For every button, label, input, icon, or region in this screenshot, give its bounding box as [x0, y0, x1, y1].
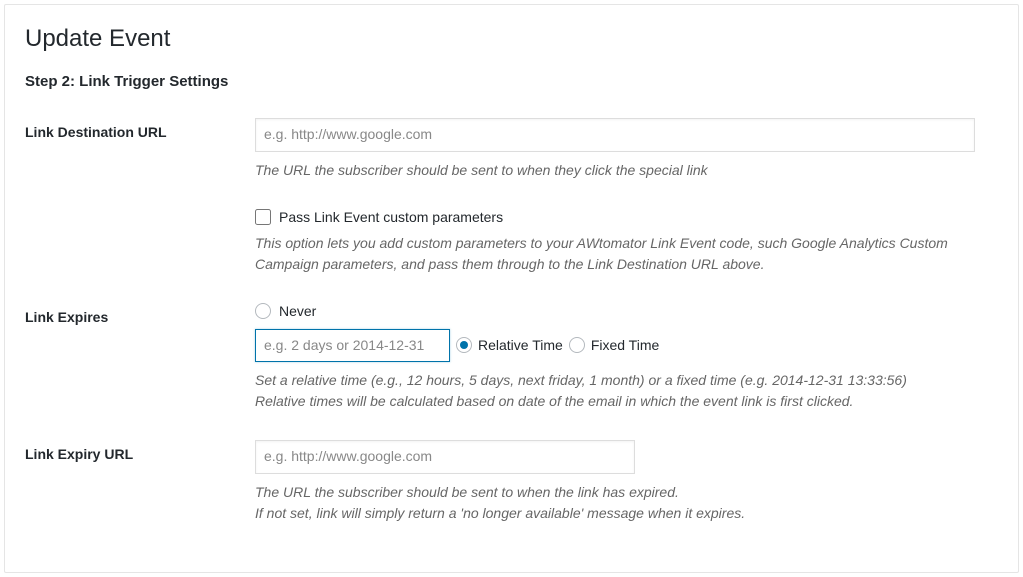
description-expires-line2: Relative times will be calculated based … [255, 393, 853, 409]
expires-fixed-label: Fixed Time [591, 337, 659, 353]
expires-value-input[interactable] [255, 329, 450, 363]
row-expires: Link Expires Never Relative Time Fixed T… [25, 303, 998, 413]
pass-params-checkbox[interactable] [255, 209, 271, 225]
row-pass-params: Pass Link Event custom parameters This o… [25, 209, 998, 275]
description-expiry-url-line2: If not set, link will simply return a 'n… [255, 505, 745, 521]
settings-panel: Update Event Step 2: Link Trigger Settin… [4, 4, 1019, 573]
field-pass-params: Pass Link Event custom parameters This o… [255, 209, 998, 275]
expires-relative-label: Relative Time [478, 337, 563, 353]
page-title: Update Event [25, 25, 998, 53]
label-pass-params [25, 209, 255, 215]
step-title: Step 2: Link Trigger Settings [25, 73, 998, 90]
label-expires: Link Expires [25, 303, 255, 325]
description-pass-params: This option lets you add custom paramete… [255, 233, 990, 275]
expires-fixed-radio[interactable] [569, 337, 585, 353]
expires-never-label: Never [279, 303, 316, 319]
field-destination: The URL the subscriber should be sent to… [255, 118, 998, 181]
label-destination: Link Destination URL [25, 118, 255, 140]
description-expires: Set a relative time (e.g., 12 hours, 5 d… [255, 370, 990, 412]
description-expiry-url-line1: The URL the subscriber should be sent to… [255, 484, 679, 500]
expires-relative-radio[interactable] [456, 337, 472, 353]
destination-url-input[interactable] [255, 118, 975, 152]
field-expires: Never Relative Time Fixed Time Set a rel… [255, 303, 998, 413]
row-destination: Link Destination URL The URL the subscri… [25, 118, 998, 181]
pass-params-label: Pass Link Event custom parameters [279, 209, 503, 225]
row-expiry-url: Link Expiry URL The URL the subscriber s… [25, 440, 998, 524]
description-destination: The URL the subscriber should be sent to… [255, 160, 990, 181]
expiry-url-input[interactable] [255, 440, 635, 474]
description-expiry-url: The URL the subscriber should be sent to… [255, 482, 990, 524]
description-expires-line1: Set a relative time (e.g., 12 hours, 5 d… [255, 372, 907, 388]
field-expiry-url: The URL the subscriber should be sent to… [255, 440, 998, 524]
expires-never-radio[interactable] [255, 303, 271, 319]
label-expiry-url: Link Expiry URL [25, 440, 255, 462]
